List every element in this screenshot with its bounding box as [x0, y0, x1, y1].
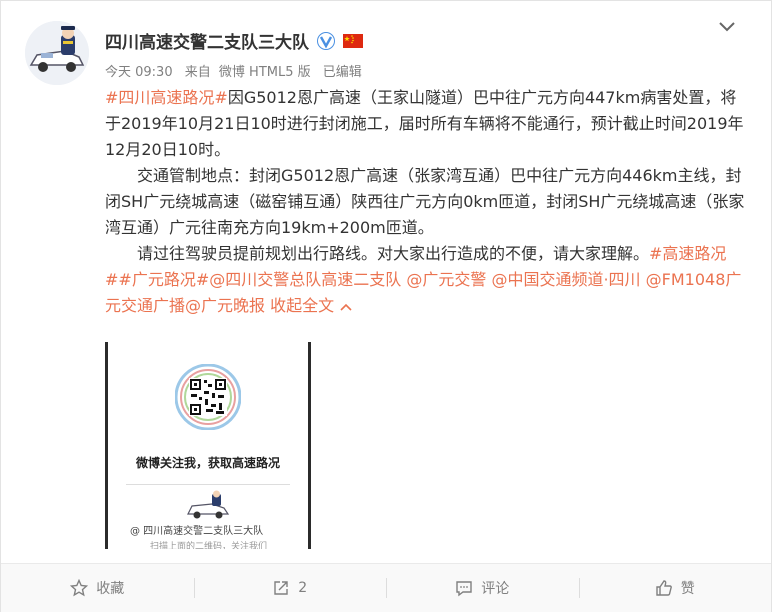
thumbs-up-icon	[656, 580, 672, 596]
post-image-content: 微博关注我，获取高速路况 @ 四川高速交警二支队三大队 扫描上面的二维码，关注我…	[108, 342, 308, 549]
chevron-up-icon[interactable]	[340, 303, 352, 311]
source-prefix: 来自	[184, 65, 211, 80]
author-name[interactable]: 四川高速交警二支队三大队	[105, 28, 309, 53]
police-car-avatar-icon	[25, 21, 89, 85]
post-image[interactable]: 微博关注我，获取高速路况 @ 四川高速交警二支队三大队 扫描上面的二维码，关注我…	[105, 342, 311, 549]
post-content: #四川高速路况#因G5012恩广高速（王家山隧道）巴中往广元方向447km病害处…	[105, 85, 745, 319]
collapse-link[interactable]: 收起全文	[270, 296, 334, 315]
star-icon	[70, 579, 89, 597]
image-account: @ 四川高速交警二支队三大队	[130, 526, 264, 537]
verified-badge-icon	[317, 31, 335, 50]
repost-button[interactable]: 2	[193, 564, 387, 612]
post-paragraph-2: 交通管制地点：封闭G5012恩广高速（张家湾互通）巴中往广元方向446km主线，…	[105, 166, 745, 237]
author-name-row: 四川高速交警二支队三大队	[105, 28, 363, 53]
post-paragraph-1: #四川高速路况#因G5012恩广高速（王家山隧道）巴中往广元方向447km病害处…	[105, 85, 745, 163]
favorite-button[interactable]: 收藏	[1, 564, 194, 612]
qr-code	[174, 363, 242, 431]
post-paragraph-3: 请过往驾驶员提前规划出行路线。对大家出行造成的不便，请大家理解。#高速路况##广…	[105, 241, 745, 319]
police-car-icon	[187, 490, 230, 519]
divider	[126, 484, 290, 485]
paragraph-3-text: 请过往驾驶员提前规划出行路线。对大家出行造成的不便，请大家理解。	[137, 244, 650, 263]
hashtag-link[interactable]: #广元路况#	[118, 270, 209, 289]
repost-count: 2	[298, 580, 308, 596]
post-action-bar: 收藏 2 评论 赞	[1, 563, 771, 612]
post-time[interactable]: 今天 09:30	[105, 65, 173, 80]
repost-icon	[274, 581, 288, 595]
avatar[interactable]	[25, 21, 89, 85]
chevron-down-icon[interactable]	[717, 19, 737, 33]
weibo-post-card: 四川高速交警二支队三大队 今天 09:30 来自 微博 HTML5 版 已编辑 …	[0, 0, 772, 612]
comment-icon	[456, 581, 472, 597]
comment-button[interactable]: 评论	[386, 564, 579, 612]
china-flag-icon	[343, 33, 363, 48]
like-label: 赞	[680, 581, 695, 597]
mention-link[interactable]: @四川交警总队高速二支队	[209, 270, 401, 289]
edited-label[interactable]: 已编辑	[323, 65, 362, 80]
favorite-label: 收藏	[96, 581, 125, 597]
like-button[interactable]: 赞	[578, 564, 772, 612]
post-meta: 今天 09:30 来自 微博 HTML5 版 已编辑	[105, 61, 370, 80]
comment-label: 评论	[481, 581, 510, 597]
post-source[interactable]: 微博 HTML5 版	[219, 65, 311, 80]
hashtag-link[interactable]: #四川高速路况#	[105, 88, 228, 107]
mention-link[interactable]: @中国交通频道·四川	[491, 270, 640, 289]
image-caption: 微博关注我，获取高速路况	[135, 456, 280, 470]
qr-code-icon	[174, 363, 242, 431]
mention-link[interactable]: @广元交警	[406, 270, 486, 289]
image-subtext: 扫描上面的二维码，关注我们	[150, 542, 268, 549]
mention-link[interactable]: @广元晚报	[185, 296, 265, 315]
